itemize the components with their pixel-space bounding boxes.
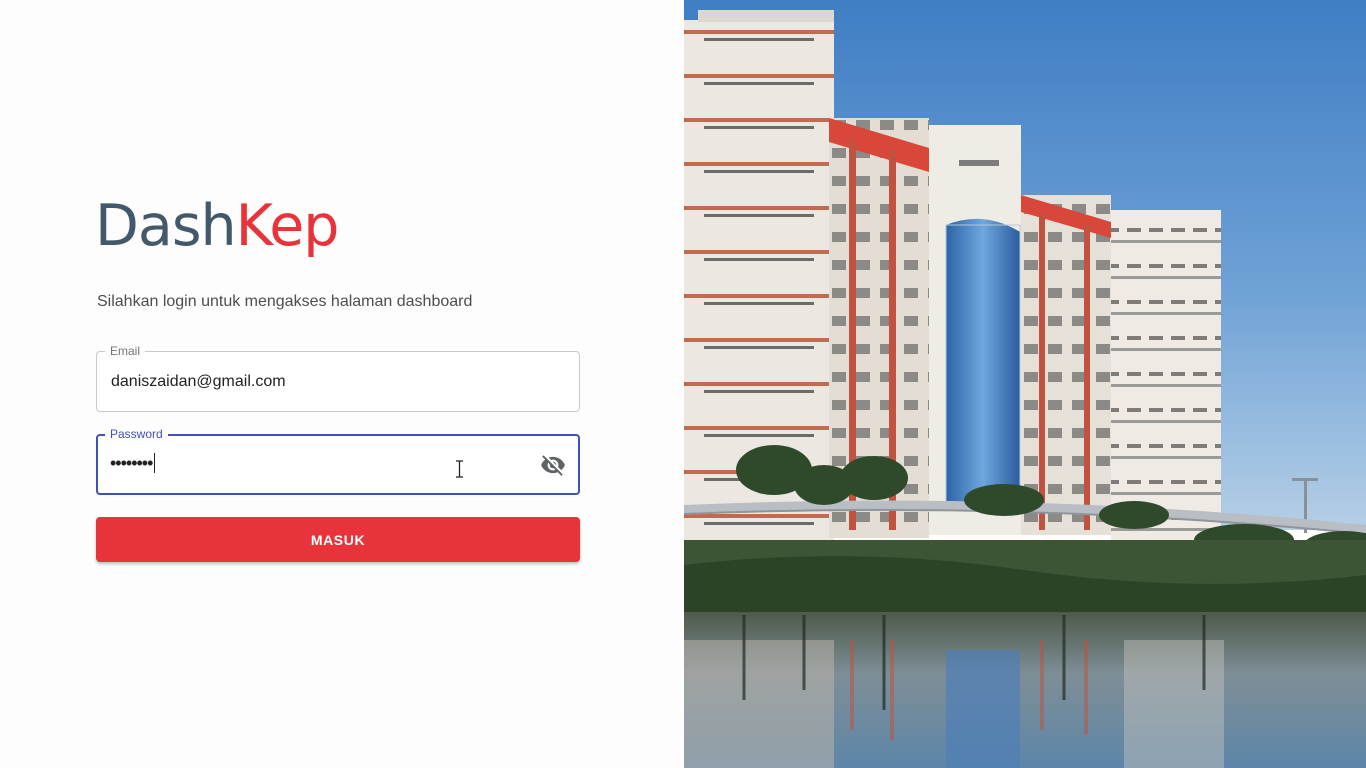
password-label: Password [105, 426, 168, 442]
login-submit-button[interactable]: MASUK [96, 517, 580, 562]
text-cursor-icon [456, 460, 463, 478]
email-value: daniszaidan@gmail.com [111, 373, 286, 390]
campus-photo [684, 0, 1366, 768]
email-field[interactable]: Email daniszaidan@gmail.com [96, 343, 580, 412]
password-field[interactable]: Password •••••••• [96, 426, 580, 495]
campus-building-image [684, 0, 1366, 768]
login-panel: DashKep Silahkan login untuk mengakses h… [0, 0, 684, 768]
password-mask: •••••••• [110, 453, 153, 473]
logo-part-kep: Kep [235, 193, 340, 259]
eye-off-icon[interactable] [540, 452, 566, 478]
password-value: •••••••• [110, 452, 156, 474]
text-caret [154, 452, 156, 473]
email-label: Email [105, 343, 146, 359]
logo-part-dash: Dash [95, 193, 237, 259]
login-subtitle: Silahkan login untuk mengakses halaman d… [97, 293, 473, 310]
app-logo: DashKep [95, 198, 339, 255]
